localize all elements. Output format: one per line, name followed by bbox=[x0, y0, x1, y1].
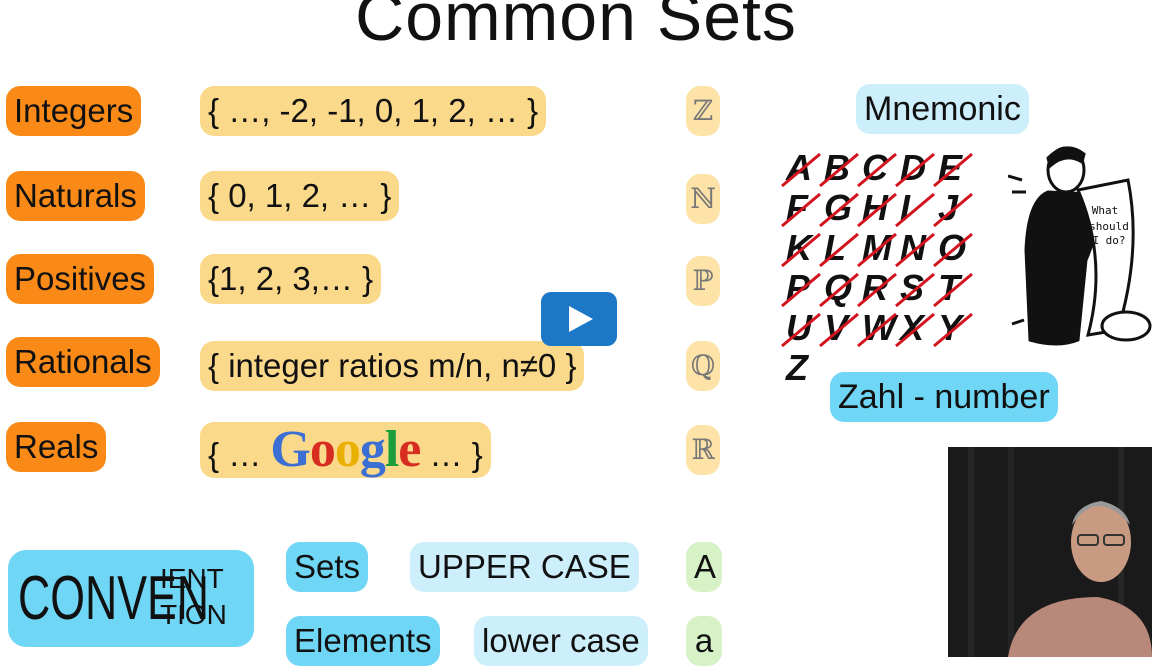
set-name-integers: Integers bbox=[6, 86, 142, 136]
bubble-line-3: I do? bbox=[1092, 234, 1125, 247]
strike-line bbox=[781, 152, 821, 188]
strike-line bbox=[781, 232, 821, 268]
convention-small-top: IENT bbox=[160, 563, 224, 594]
symbol-rationals: ℚ bbox=[686, 341, 720, 391]
strike-line bbox=[895, 232, 935, 268]
strike-line bbox=[895, 312, 935, 348]
strike-line bbox=[895, 272, 935, 308]
play-button[interactable] bbox=[541, 292, 617, 346]
set-elements-positives: {1, 2, 3,… } bbox=[200, 254, 382, 304]
presenter-thumbnail bbox=[948, 447, 1152, 657]
strike-line bbox=[895, 192, 935, 228]
convention-elements-case: lower case bbox=[474, 616, 648, 666]
set-name-rationals: Rationals bbox=[6, 337, 160, 387]
set-name-naturals: Naturals bbox=[6, 171, 145, 221]
strike-line bbox=[933, 312, 973, 348]
alphabet-grid: ABCDEFGHIJKLMNOPQRSTUVWXYZ bbox=[778, 148, 978, 388]
reals-prefix: { … bbox=[208, 436, 262, 473]
google-letter: o bbox=[309, 421, 336, 478]
convention-elements-label: Elements bbox=[286, 616, 440, 666]
strike-line bbox=[895, 152, 935, 188]
google-letter: e bbox=[398, 421, 421, 478]
google-letter: g bbox=[359, 421, 386, 478]
set-name-positives: Positives bbox=[6, 254, 155, 304]
set-name-reals: Reals bbox=[6, 422, 107, 472]
convention-sets-label: Sets bbox=[286, 542, 369, 592]
bubble-line-1: What bbox=[1092, 204, 1119, 217]
google-letter: l bbox=[384, 421, 399, 478]
strike-line bbox=[933, 232, 973, 268]
strike-line bbox=[819, 312, 859, 348]
strike-line bbox=[933, 152, 973, 188]
strike-line bbox=[781, 312, 821, 348]
strike-line bbox=[933, 272, 973, 308]
google-letter: o bbox=[334, 421, 361, 478]
strike-line bbox=[857, 232, 897, 268]
strike-line bbox=[933, 192, 973, 228]
set-elements-rationals: { integer ratios m/n, n≠0 } bbox=[200, 341, 585, 391]
google-letter: G bbox=[270, 421, 310, 478]
strike-line bbox=[819, 232, 859, 268]
strike-line bbox=[857, 272, 897, 308]
mnemonic-label: Mnemonic bbox=[856, 84, 1029, 134]
convention-box: CONVEN IENT TION bbox=[8, 550, 254, 647]
strike-line bbox=[781, 192, 821, 228]
symbol-naturals: ℕ bbox=[686, 174, 720, 224]
play-icon bbox=[569, 306, 593, 332]
strike-lines bbox=[781, 152, 973, 348]
strike-line bbox=[857, 312, 897, 348]
worried-man-illustration: What should I do? bbox=[1008, 146, 1152, 346]
symbol-reals: ℝ bbox=[686, 425, 720, 475]
symbol-integers: ℤ bbox=[686, 86, 720, 136]
convention-small-bottom: TION bbox=[160, 599, 227, 630]
convention-elements-example: a bbox=[686, 616, 722, 666]
set-elements-naturals: { 0, 1, 2, … } bbox=[200, 171, 400, 221]
strike-line bbox=[819, 152, 859, 188]
strike-line bbox=[857, 152, 897, 188]
strike-line bbox=[781, 272, 821, 308]
bubble-line-2: should bbox=[1089, 220, 1129, 233]
alphabet-letter: Z bbox=[786, 347, 808, 388]
presenter-video[interactable] bbox=[948, 447, 1152, 657]
strike-line bbox=[819, 272, 859, 308]
google-logo: Google bbox=[270, 422, 421, 478]
reals-suffix: … } bbox=[429, 436, 483, 473]
strike-line bbox=[819, 192, 859, 228]
symbol-positives: ℙ bbox=[686, 256, 720, 306]
set-elements-integers: { …, -2, -1, 0, 1, 2, … } bbox=[200, 86, 547, 136]
page-title: Common Sets bbox=[355, 0, 797, 55]
convention-sets-example: A bbox=[686, 542, 722, 592]
convention-sets-case: UPPER CASE bbox=[410, 542, 639, 592]
zahl-caption: Zahl - number bbox=[830, 372, 1058, 422]
set-elements-reals: { … Google … } bbox=[200, 422, 491, 478]
strike-line bbox=[857, 192, 897, 228]
